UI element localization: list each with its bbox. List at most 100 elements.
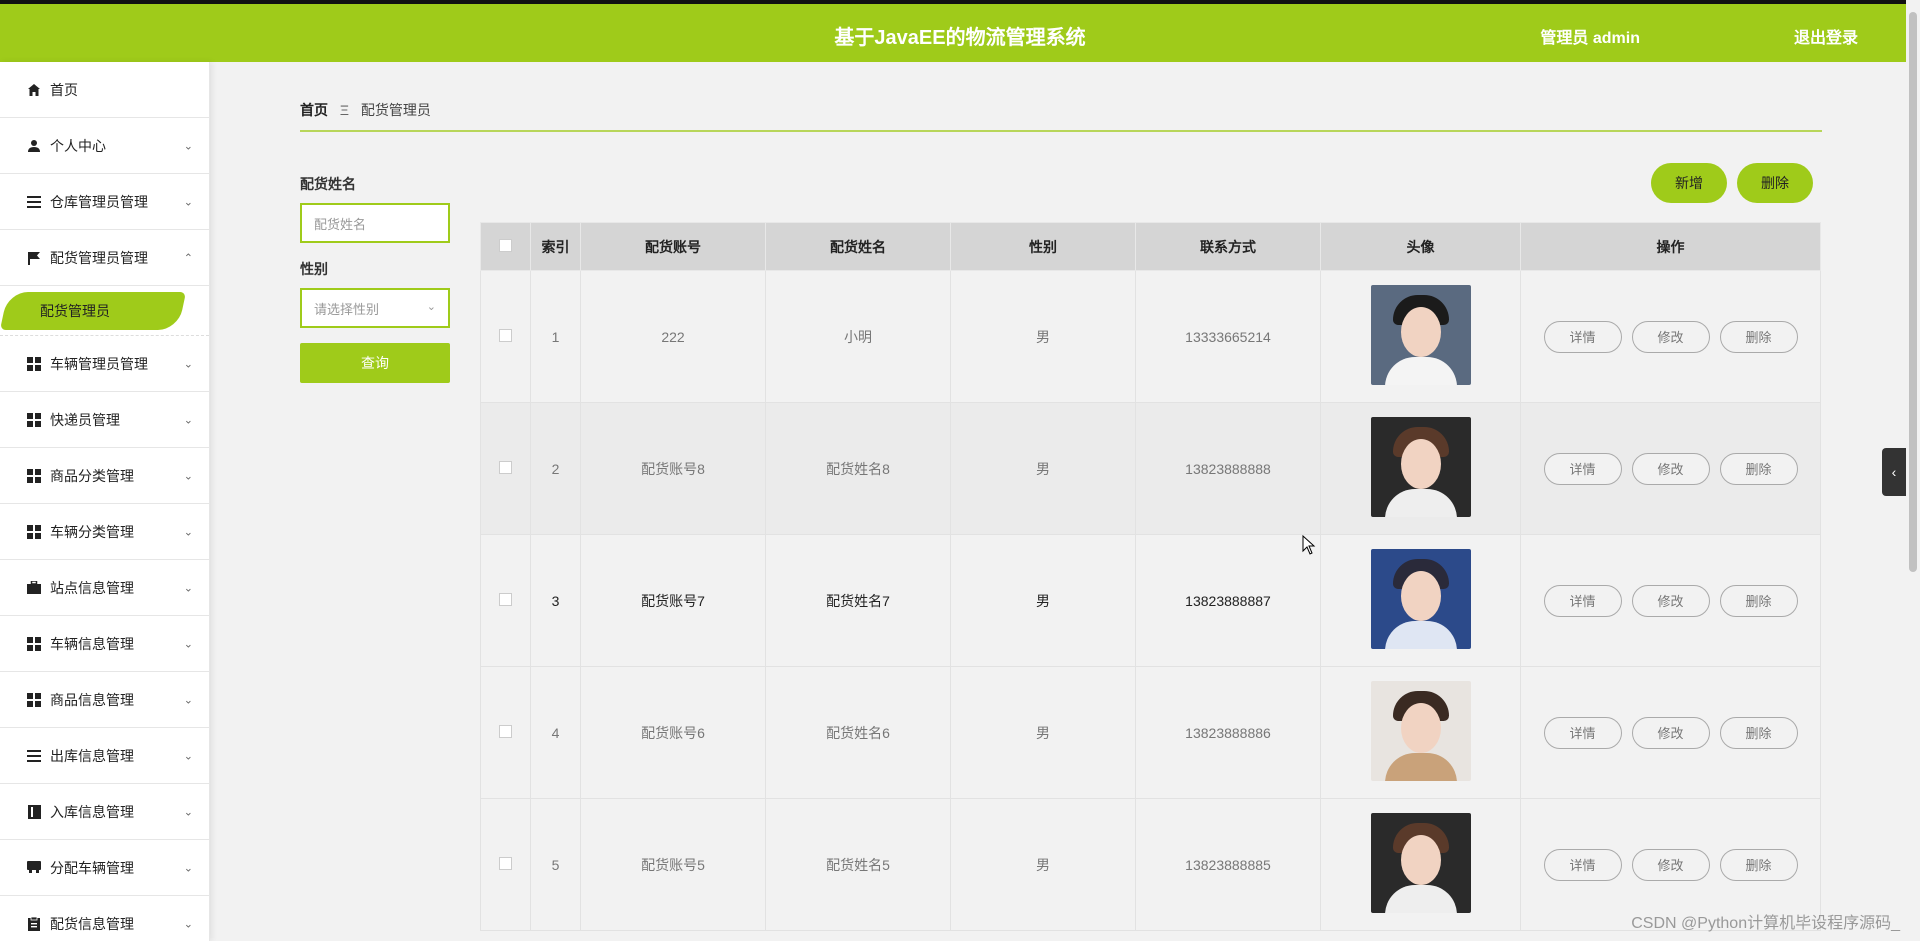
chevron-down-icon: ⌄ [183,862,193,874]
chevron-left-icon: ‹ [1891,464,1897,480]
edit-button[interactable]: 修改 [1631,452,1710,485]
sidebar-item-station-info[interactable]: 站点信息管理 ⌄ [0,560,209,616]
detail-button[interactable]: 详情 [1543,584,1622,617]
cell-account: 222 [580,270,766,403]
detail-button[interactable]: 详情 [1543,716,1622,749]
detail-button[interactable]: 详情 [1543,452,1622,485]
gender-select[interactable]: 请选择性别 ⌄ [300,288,450,328]
sidebar-item-inbound-info[interactable]: 入库信息管理 ⌄ [0,784,209,840]
sidebar-item-vehicle-info[interactable]: 车辆信息管理 ⌄ [0,616,209,672]
collapse-panel-button[interactable]: ‹ [1882,448,1906,496]
grid-icon [26,356,42,372]
grid-icon [26,412,42,428]
sidebar-item-label: 车辆管理员管理 [50,355,148,372]
clipboard-icon [26,916,42,932]
grid-icon [26,636,42,652]
cell-index: 3 [530,534,581,667]
main-content: 首页 Ξ 配货管理员 配货姓名 配货姓名 性别 请选择性别 ⌄ 查询 新增 删除… [210,62,1910,941]
gender-filter-label: 性别 [300,261,328,277]
sidebar-item-label: 商品信息管理 [50,691,134,708]
cell-index: 2 [530,402,581,535]
cell-account: 配货账号7 [580,534,766,667]
select-all-cell[interactable] [480,222,531,271]
column-header: 性别 [950,222,1136,271]
delete-button[interactable]: 删除 [1719,320,1798,353]
cell-name: 配货姓名6 [765,666,951,799]
sidebar-item-profile[interactable]: 个人中心 ⌄ [0,118,209,174]
delete-button[interactable]: 删除 [1719,848,1798,881]
delete-button[interactable]: 删除 [1719,452,1798,485]
delete-button[interactable]: 删除 [1719,716,1798,749]
column-header: 配货姓名 [765,222,951,271]
sidebar-item-vehicle-admin[interactable]: 车辆管理员管理 ⌄ [0,336,209,392]
chevron-down-icon: ⌄ [183,140,193,152]
sidebar-subitem-distribution-admin[interactable]: 配货管理员 [0,286,209,336]
avatar [1370,417,1471,517]
chevron-down-icon: ⌄ [183,414,193,426]
sidebar-item-vehicle-assign[interactable]: 分配车辆管理 ⌄ [0,840,209,896]
avatar [1370,681,1471,781]
sidebar-item-distribution-admin[interactable]: 配货管理员管理 ⌃ [0,230,209,286]
query-button[interactable]: 查询 [300,343,450,383]
cell-gender: 男 [950,534,1136,667]
cell-gender: 男 [950,270,1136,403]
name-search-input[interactable]: 配货姓名 [300,203,450,243]
chevron-down-icon: ⌄ [183,694,193,706]
chevron-down-icon: ⌄ [183,470,193,482]
sidebar-item-goods-category[interactable]: 商品分类管理 ⌄ [0,448,209,504]
logout-button[interactable]: 退出登录 [1794,24,1858,48]
sidebar-item-goods-info[interactable]: 商品信息管理 ⌄ [0,672,209,728]
batch-delete-button[interactable]: 删除 [1737,163,1813,203]
sidebar-item-label: 车辆分类管理 [50,523,134,540]
chevron-down-icon: ⌄ [183,358,193,370]
edit-button[interactable]: 修改 [1631,320,1710,353]
page-scrollbar[interactable] [1906,0,1920,941]
row-checkbox[interactable] [499,724,512,738]
detail-button[interactable]: 详情 [1543,848,1622,881]
sidebar-item-courier[interactable]: 快递员管理 ⌄ [0,392,209,448]
cell-phone: 13823888887 [1135,534,1321,667]
edit-button[interactable]: 修改 [1631,584,1710,617]
sidebar-item-label: 个人中心 [50,137,106,154]
sidebar-item-warehouse-admin[interactable]: 仓库管理员管理 ⌄ [0,174,209,230]
flag-icon [26,250,42,266]
breadcrumb-separator: Ξ [339,102,349,118]
chevron-up-icon: ⌃ [183,252,193,264]
sidebar-item-label: 分配车辆管理 [50,859,134,876]
column-header: 联系方式 [1135,222,1321,271]
table-row: 3 配货账号7 配货姓名7 男 13823888887 详情 修改 删除 [480,534,1821,667]
chevron-down-icon: ⌄ [183,918,193,930]
watermark: CSDN @Python计算机毕设程序源码_ [1631,915,1900,932]
sidebar-item-vehicle-category[interactable]: 车辆分类管理 ⌄ [0,504,209,560]
sidebar-item-distribution-info[interactable]: 配货信息管理 ⌄ [0,896,209,941]
add-button[interactable]: 新增 [1651,163,1727,203]
row-checkbox[interactable] [499,460,512,474]
edit-button[interactable]: 修改 [1631,716,1710,749]
sidebar-item-label: 站点信息管理 [50,579,134,596]
breadcrumb-home[interactable]: 首页 [300,102,328,118]
cell-phone: 13333665214 [1135,270,1321,403]
cell-index: 1 [530,270,581,403]
detail-button[interactable]: 详情 [1543,320,1622,353]
edit-button[interactable]: 修改 [1631,848,1710,881]
cell-gender: 男 [950,666,1136,799]
row-checkbox[interactable] [499,328,512,342]
sidebar-item-outbound-info[interactable]: 出库信息管理 ⌄ [0,728,209,784]
book-icon [26,804,42,820]
row-checkbox[interactable] [499,856,512,870]
home-icon [26,82,42,98]
sidebar-item-home[interactable]: 首页 [0,62,209,118]
cell-phone: 13823888886 [1135,666,1321,799]
delete-button[interactable]: 删除 [1719,584,1798,617]
sidebar-item-label: 配货管理员管理 [50,249,148,266]
row-checkbox[interactable] [499,592,512,606]
column-header: 配货账号 [580,222,766,271]
sidebar-item-label: 商品分类管理 [50,467,134,484]
cell-phone: 13823888885 [1135,798,1321,931]
truck-icon [26,860,42,876]
select-all-checkbox[interactable] [499,238,512,252]
chevron-down-icon: ⌄ [183,582,193,594]
scrollbar-thumb[interactable] [1909,12,1917,572]
sidebar-item-label: 首页 [50,81,78,98]
column-header: 头像 [1320,222,1521,271]
